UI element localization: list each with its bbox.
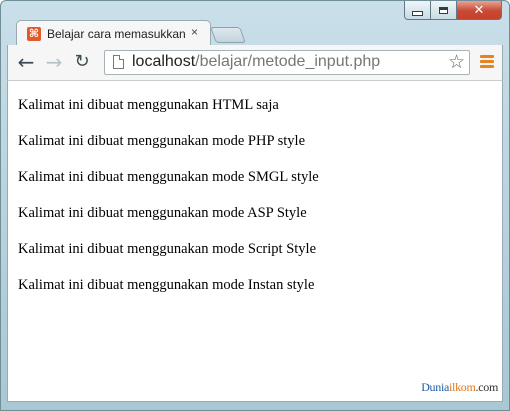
page-icon	[113, 55, 124, 69]
content-line: Kalimat ini dibuat menggunakan mode PHP …	[18, 133, 306, 149]
browser-tab[interactable]: ⌘ Belajar cara memasukkan ×	[16, 20, 211, 46]
maximize-icon	[439, 6, 448, 14]
window-controls: ✕	[404, 1, 502, 20]
watermark: Duniailkom.com	[421, 380, 498, 395]
close-icon: ✕	[473, 2, 485, 18]
maximize-button[interactable]	[431, 1, 457, 20]
content-line: Kalimat ini dibuat menggunakan mode SMGL…	[18, 169, 319, 185]
tab-title: Belajar cara memasukkan	[47, 27, 186, 41]
watermark-part1: Dunia	[421, 380, 450, 394]
address-bar[interactable]: localhost/belajar/metode_input.php ☆	[104, 50, 470, 75]
url-text[interactable]: localhost/belajar/metode_input.php	[132, 53, 380, 71]
content-line: Kalimat ini dibuat menggunakan mode Inst…	[18, 277, 315, 293]
minimize-icon	[412, 10, 423, 16]
tab-close-icon[interactable]: ×	[191, 25, 198, 39]
minimize-button[interactable]	[404, 1, 431, 20]
content-line: Kalimat ini dibuat menggunakan mode ASP …	[18, 205, 307, 221]
new-tab-button[interactable]	[210, 27, 246, 43]
content-line: Kalimat ini dibuat menggunakan mode Scri…	[18, 241, 317, 257]
close-window-button[interactable]: ✕	[457, 1, 502, 20]
browser-window: ✕ ⌘ Belajar cara memasukkan × ← → ↻ loca…	[0, 0, 510, 411]
back-arrow-icon[interactable]: ←	[16, 52, 36, 72]
url-host: localhost	[132, 53, 196, 70]
watermark-part2: ilkom	[449, 380, 476, 394]
bookmark-star-icon[interactable]: ☆	[448, 51, 465, 73]
watermark-part3: .com	[475, 380, 499, 394]
browser-toolbar: ← → ↻ localhost/belajar/metode_input.php…	[7, 45, 503, 80]
page-content: Kalimat ini dibuat menggunakan HTML saja…	[7, 80, 503, 402]
forward-arrow-icon[interactable]: →	[44, 52, 64, 72]
reload-icon[interactable]: ↻	[72, 52, 92, 72]
xampp-favicon-icon: ⌘	[27, 27, 41, 41]
url-path: /belajar/metode_input.php	[195, 53, 381, 70]
content-line: Kalimat ini dibuat menggunakan HTML saja	[18, 97, 279, 113]
menu-hamburger-icon[interactable]	[480, 55, 494, 69]
